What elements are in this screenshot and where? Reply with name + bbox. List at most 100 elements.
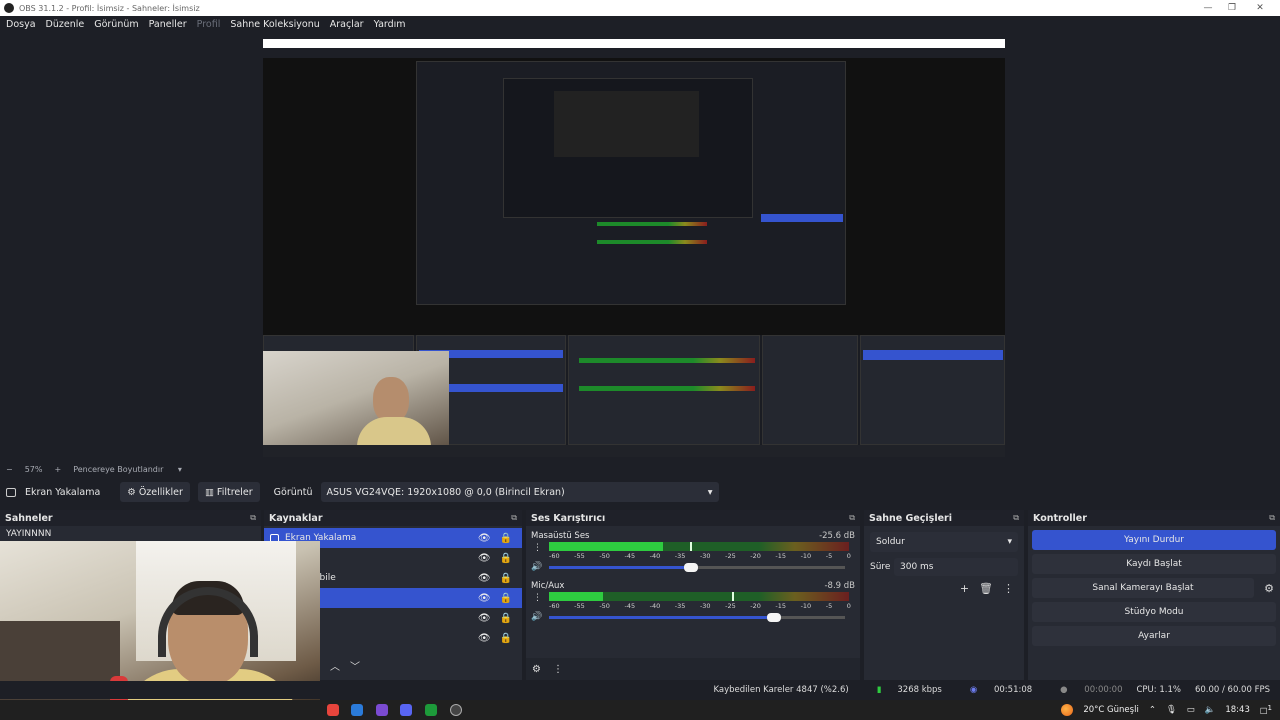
menu-araclar[interactable]: Araçlar [330,19,364,30]
eye-icon: 👁 [477,572,491,584]
eye-icon: 👁 [477,592,491,604]
kebab-menu-icon[interactable]: ⋮ [1003,582,1014,595]
fps: 60.00 / 60.00 FPS [1194,685,1270,695]
kebab-menu-icon[interactable]: ⋮ [533,593,542,603]
level-meter [549,542,849,551]
discord-icon[interactable] [400,704,412,716]
close-icon[interactable]: ✕ [1240,0,1280,16]
transitions-dock: Sahne Geçişleri ⧉ Soldur ▾ Süre 300 ms + 🗑 … [864,510,1024,680]
menu-gorunum[interactable]: Görünüm [94,19,138,30]
nvidia-icon[interactable] [425,704,437,716]
bitrate: 3268 kbps [897,685,942,695]
properties-button[interactable]: ⚙ Özellikler [120,482,190,502]
nested-mixer-dock [568,335,760,445]
mic-icon[interactable]: 🎙 [1166,705,1177,715]
meter-ticks: -60 -55 -50 -45 -40 -35 -30 -25 -20 -15 -10 -5 0 [549,551,851,561]
undock-icon[interactable]: ⧉ [1013,513,1019,523]
tick-label: -10 [800,602,812,610]
zoom-bar: − 57% + Pencereye Boyutlandır ▾ [0,461,1280,477]
outlook-icon[interactable] [351,704,363,716]
menu-profil: Profil [196,19,221,30]
lock-icon: 🔒 [499,592,512,604]
source-visible-checkbox[interactable] [6,487,16,497]
kebab-menu-icon[interactable]: ⋮ [533,543,542,553]
menu-dosya[interactable]: Dosya [6,19,36,30]
menu-sahne-koleksiyonu[interactable]: Sahne Koleksiyonu [230,19,319,30]
tick-label: -50 [599,602,610,610]
undock-icon[interactable]: ⧉ [250,513,256,523]
fit-window-dropdown[interactable]: Pencereye Boyutlandır ▾ [73,465,182,474]
level-meter [549,592,849,601]
settings-button[interactable]: Ayarlar [1032,626,1276,646]
tick-label: -15 [775,602,787,610]
tick-label: -5 [825,552,833,560]
zoom-in-button[interactable]: + [54,465,61,474]
channel-db: -8.9 dB [824,580,855,591]
studio-mode-button[interactable]: Stüdyo Modu [1032,602,1276,622]
nested-meter-2 [597,240,707,244]
mixer-settings-icon[interactable]: ⚙ [532,664,541,675]
menu-duzenle[interactable]: Düzenle [46,19,85,30]
nested-transitions-dock [762,335,858,445]
display-icon[interactable]: ▭ [1187,705,1195,715]
zoom-out-button[interactable]: − [6,465,13,474]
record-time: 00:00:00 [1084,685,1123,695]
window-title: OBS 31.1.2 - Profil: İsimsiz - Sahneler:… [19,3,200,13]
move-down-icon[interactable]: ﹀ [350,658,360,673]
duration-input[interactable]: 300 ms [894,558,1018,576]
eye-icon: 👁 [477,612,491,624]
transition-select[interactable]: Soldur ▾ [870,532,1018,552]
undock-icon[interactable]: ⧉ [1269,513,1275,523]
clock[interactable]: 18:43 [1225,705,1250,715]
channel-name: Mic/Aux [531,580,565,591]
stop-stream-button[interactable]: Yayını Durdur [1032,530,1276,550]
preview-title-bar [263,39,1005,48]
tick-label: -40 [649,552,661,560]
tick-label: -35 [674,552,686,560]
move-up-icon[interactable]: ︿ [330,658,340,673]
sources-title: Kaynaklar [269,512,323,524]
speaker-icon[interactable]: 🔊 [531,612,545,622]
mixer-channel-mic: Mic/Aux -8.9 dB ⋮ -60 -55 -50 -45 -40 -35 -30 -2… [526,579,860,623]
scene-item[interactable]: YAYINNNN [0,526,261,542]
volume-slider[interactable] [549,562,845,572]
menu-yardim[interactable]: Yardım [374,19,406,30]
start-recording-button[interactable]: Kaydı Başlat [1032,554,1276,574]
controls-title: Kontroller [1033,512,1087,524]
trash-icon[interactable]: 🗑 [979,582,993,595]
filters-button[interactable]: ▥ Filtreler [197,482,260,502]
chrome-icon[interactable] [327,704,339,716]
lock-icon: 🔒 [499,612,512,624]
undock-icon[interactable]: ⧉ [849,513,855,523]
weather-text[interactable]: 20°C Güneşli [1083,705,1138,715]
gear-icon[interactable]: ⚙ [1258,582,1280,595]
tick-label: -55 [574,602,585,610]
gear-icon: ⚙ [127,486,136,498]
nested-status-bar [263,445,1005,457]
lock-icon: 🔒 [499,572,512,584]
kebab-menu-icon[interactable]: ⋮ [553,664,563,675]
tick-label: -5 [825,602,833,610]
undock-icon[interactable]: ⧉ [511,513,517,523]
start-virtual-camera-button[interactable]: Sanal Kamerayı Başlat [1032,578,1254,598]
obs-taskbar-icon[interactable] [450,704,462,716]
filter-icon: ▥ [204,486,214,498]
volume-icon[interactable]: 🔈 [1205,705,1216,715]
menu-bar: Dosya Düzenle Görünüm Paneller Profil Sa… [0,16,1280,33]
tick-label: -20 [750,552,761,560]
tick-label: -25 [725,552,736,560]
app-icon[interactable] [376,704,388,716]
program-preview[interactable] [263,39,1005,457]
volume-slider[interactable] [549,612,845,622]
notification-icon[interactable]: ☐1 [1260,703,1272,717]
eye-icon: 👁 [477,532,491,544]
speaker-icon[interactable]: 🔊 [531,562,545,572]
display-select[interactable]: ASUS VG24VQE: 1920x1080 @ 0,0 (Birincil … [320,482,719,502]
channel-db: -25.6 dB [819,530,855,541]
mixer-title: Ses Karıştırıcı [531,512,606,524]
title-bar: OBS 31.1.2 - Profil: İsimsiz - Sahneler:… [0,0,1280,16]
meter-ticks: -60 -55 -50 -45 -40 -35 -30 -25 -20 -15 -10 -5 0 [549,601,851,611]
menu-paneller[interactable]: Paneller [149,19,187,30]
chevron-up-icon[interactable]: ⌃ [1149,705,1156,715]
add-icon[interactable]: + [960,582,969,595]
